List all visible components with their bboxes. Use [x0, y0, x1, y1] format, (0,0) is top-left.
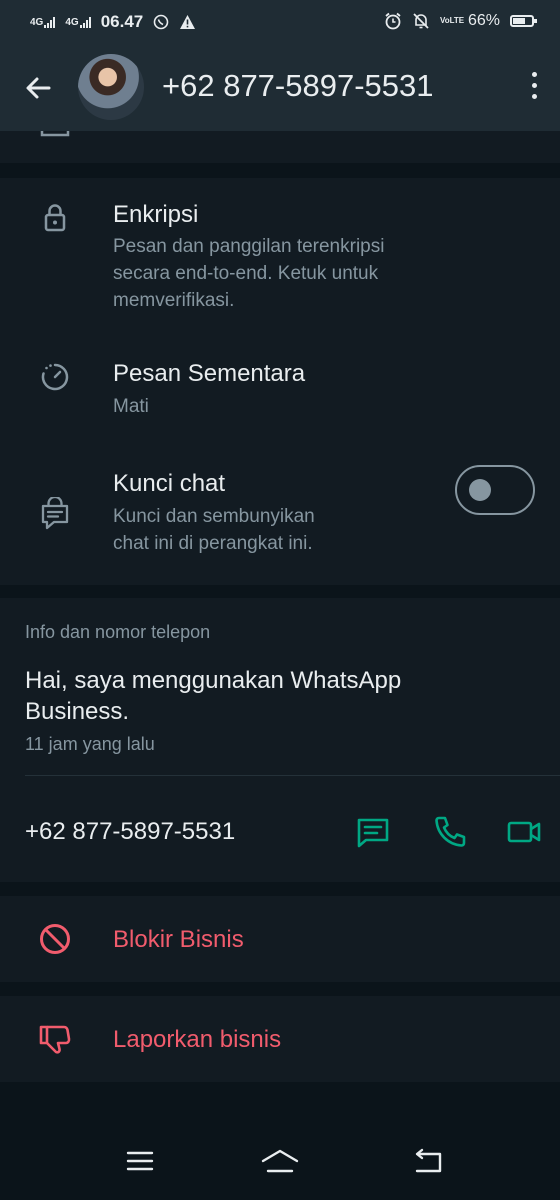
disappearing-messages-title: Pesan Sementara — [113, 360, 306, 387]
battery-icon — [510, 15, 537, 27]
toggle-knob — [469, 479, 491, 501]
about-section-header: Info dan nomor telepon — [25, 622, 211, 642]
block-section[interactable]: Blokir Bisnis — [0, 896, 560, 982]
contact-avatar[interactable] — [78, 54, 144, 120]
privacy-section: Enkripsi Pesan dan panggilan terenkripsi… — [0, 178, 560, 585]
encryption-subtitle-line: memverifikasi. — [113, 290, 235, 311]
encryption-row[interactable]: Enkripsi Pesan dan panggilan terenkripsi… — [0, 178, 560, 328]
volte-indicator: VoLTE — [439, 16, 465, 25]
encryption-title: Enkripsi — [113, 201, 199, 228]
home-icon[interactable] — [260, 1146, 300, 1176]
chat-lock-icon — [41, 497, 69, 530]
signal-sim1: 4G — [30, 16, 56, 28]
chat-lock-title: Kunci chat — [113, 470, 226, 497]
status-time: 06.47 — [100, 12, 144, 31]
about-section: Info dan nomor telepon Hai, saya menggun… — [0, 598, 560, 882]
encryption-subtitle-line: secara end-to-end. Ketuk untuk — [113, 263, 379, 284]
status-left: 4G 4G 06.47 — [30, 12, 196, 32]
timer-icon — [41, 363, 69, 391]
battery-percent: 66% — [467, 12, 500, 29]
about-text-line: Hai, saya menggunakan WhatsApp — [25, 667, 402, 694]
app-bar: +62 877-5897-5531 — [0, 44, 560, 131]
report-section[interactable]: Laporkan bisnis — [0, 996, 560, 1082]
signal-bars-icon — [44, 16, 56, 28]
message-icon[interactable] — [355, 814, 391, 850]
more-options-icon[interactable] — [528, 72, 540, 106]
system-navigation-bar — [0, 1120, 560, 1200]
chat-lock-toggle[interactable] — [455, 465, 535, 515]
recent-apps-icon[interactable] — [120, 1146, 160, 1176]
back-nav-icon[interactable] — [408, 1146, 448, 1176]
status-bar: 4G 4G 06.47 VoLTE 66% — [0, 0, 560, 44]
whatsapp-notification-icon — [153, 14, 169, 30]
network-type-1: 4G — [30, 16, 44, 28]
back-arrow-icon[interactable] — [22, 72, 54, 104]
disappearing-messages-value: Mati — [113, 396, 149, 417]
signal-sim2: 4G — [65, 16, 91, 28]
contact-info-screen: 4G 4G 06.47 VoLTE 66% +62 877-5897-5531 … — [0, 0, 560, 1200]
chat-lock-subtitle-line: Kunci dan sembunyikan — [113, 506, 315, 527]
lock-icon — [44, 204, 66, 232]
status-right: VoLTE 66% — [384, 12, 537, 30]
about-divider — [25, 775, 560, 776]
signal-bars-icon — [79, 16, 91, 28]
thumbs-down-icon — [39, 1025, 71, 1054]
encryption-subtitle: Pesan dan panggilan terenkripsi secara e… — [113, 233, 384, 314]
phone-number[interactable]: +62 877-5897-5531 — [25, 818, 235, 846]
alarm-icon — [385, 12, 401, 30]
network-type-2: 4G — [65, 16, 79, 28]
block-business-label: Blokir Bisnis — [113, 926, 244, 953]
partial-row-icon — [40, 131, 70, 137]
block-icon — [40, 924, 70, 954]
mute-bell-icon — [413, 13, 429, 29]
about-text-line: Business. — [25, 698, 130, 725]
encryption-subtitle-line: Pesan dan panggilan terenkripsi — [113, 236, 385, 257]
chat-lock-subtitle: Kunci dan sembunyikan chat ini di perang… — [113, 503, 315, 557]
disappearing-messages-row[interactable]: Pesan Sementara Mati — [0, 343, 560, 443]
chat-lock-subtitle-line: chat ini di perangkat ini. — [113, 533, 313, 554]
video-call-icon[interactable] — [506, 814, 542, 850]
about-text[interactable]: Hai, saya menggunakan WhatsApp Business. — [25, 665, 525, 727]
warning-icon — [180, 15, 196, 29]
about-timestamp: 11 jam yang lalu — [25, 734, 155, 754]
partial-section-above — [0, 131, 560, 163]
report-business-label: Laporkan bisnis — [113, 1026, 282, 1053]
contact-phone-title[interactable]: +62 877-5897-5531 — [162, 68, 434, 104]
voice-call-icon[interactable] — [432, 814, 468, 850]
